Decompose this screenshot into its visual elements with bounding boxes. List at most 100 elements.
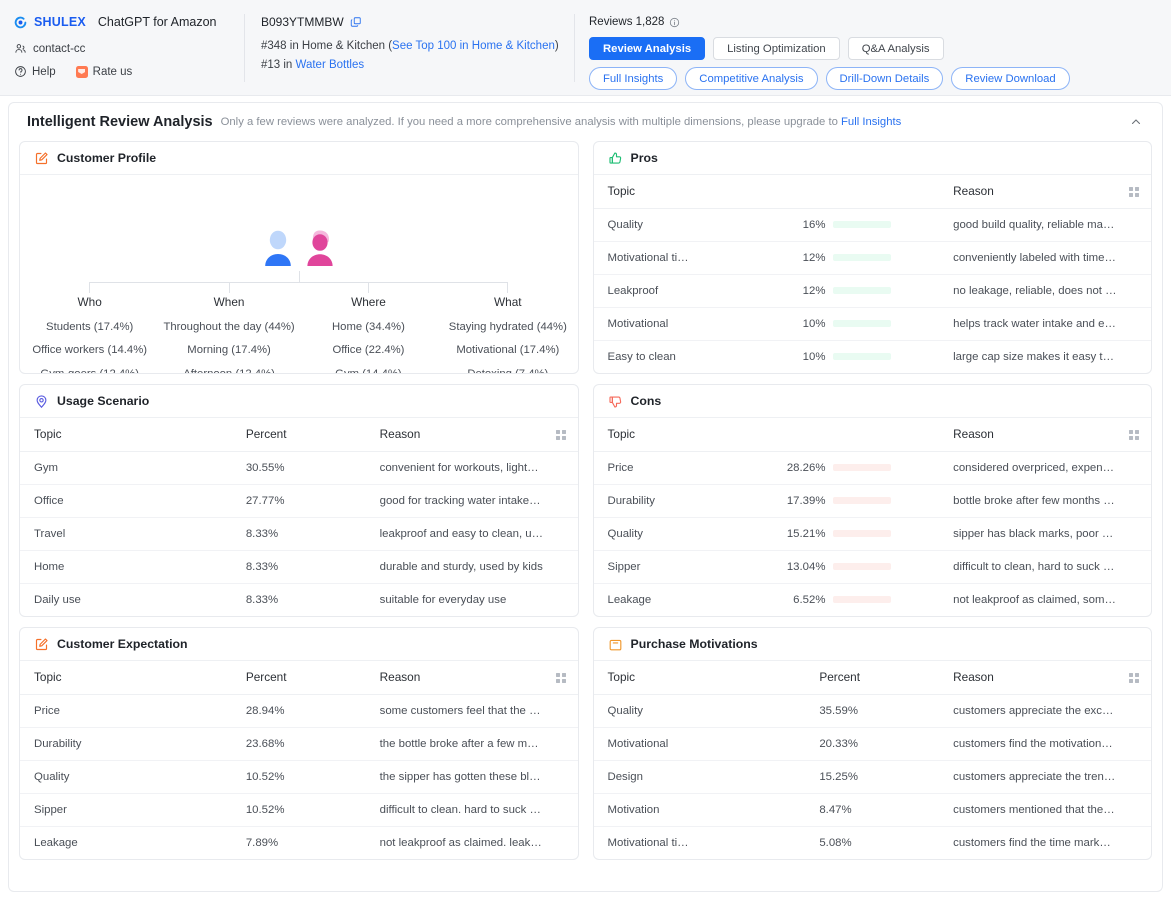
table-row[interactable]: Leakproof 12% no leakage, reliable, does… <box>593 274 1151 308</box>
cell-topic: Daily use <box>34 593 81 606</box>
cell-spacer <box>543 550 578 584</box>
cell-reason: suitable for everyday use <box>379 593 507 606</box>
rate-us-button[interactable]: Rate us <box>75 65 133 78</box>
percent-value: 10% <box>802 350 826 363</box>
account-row[interactable]: contact-cc <box>14 42 244 55</box>
cell-reason: customers appreciate the excellent quali… <box>939 694 1117 728</box>
copy-icon[interactable] <box>350 16 362 28</box>
table-row[interactable]: Sipper 10.52% difficult to clean. hard to … <box>20 793 578 827</box>
cell-spacer <box>1117 760 1151 794</box>
header-grid-toggle[interactable] <box>1117 175 1151 209</box>
cell-spacer <box>1117 550 1151 584</box>
table-row[interactable]: Motivational ti… 5.08% customers find the … <box>594 826 1152 859</box>
cell-topic: Leakproof <box>593 274 778 308</box>
pill-review-download[interactable]: Review Download <box>951 67 1070 90</box>
bar-track <box>833 530 892 537</box>
cell-topic: Quality <box>20 760 232 794</box>
location-pin-icon <box>34 394 49 409</box>
cell-spacer <box>543 793 578 827</box>
grid-view-icon <box>1128 186 1140 198</box>
cell-percent-bar: 10% <box>777 340 939 373</box>
card-customer-profile: Customer Profile Who Students (17.4%) Of… <box>19 141 579 374</box>
table-row[interactable]: Sipper 13.04% difficult to clean, hard t… <box>593 550 1151 584</box>
cell-spacer <box>1117 793 1151 827</box>
table-row[interactable]: Daily use 8.33% suitable for everyday use <box>20 583 578 616</box>
cell-spacer <box>1117 583 1151 616</box>
profile-connector <box>20 271 578 293</box>
table-row[interactable]: Quality 16% good build quality, reliable… <box>593 208 1151 242</box>
cell-reason: convenient for workouts, lightweight, ea… <box>365 451 544 485</box>
pill-drill-down-details[interactable]: Drill-Down Details <box>825 67 944 90</box>
edit-square-icon <box>34 637 49 652</box>
table-row[interactable]: Price 28.26% considered overpriced, expe… <box>593 451 1151 485</box>
profile-column-what: What Staying hydrated (44%) Motivational… <box>438 295 577 373</box>
table-row[interactable]: Motivational 20.33% customers find the mot… <box>593 727 1151 761</box>
header-grid-toggle[interactable] <box>543 418 578 452</box>
help-button[interactable]: Help <box>14 65 56 78</box>
table-row[interactable]: Durability 23.68% the bottle broke after a… <box>20 727 578 761</box>
customer-expectation-table: Topic Percent Reason Price 28.94% some cus… <box>20 661 578 859</box>
table-row[interactable]: Design 15.25% customers appreciate the tre… <box>593 760 1151 794</box>
table-row[interactable]: Durability 17.39% bottle broke after few… <box>593 484 1151 518</box>
card-title: Customer Profile <box>57 151 157 165</box>
percent-value: 10% <box>802 317 826 330</box>
tab-qa-analysis[interactable]: Q&A Analysis <box>847 37 944 60</box>
card-title: Cons <box>630 394 662 408</box>
table-row[interactable]: Motivational 10% helps track water intak… <box>593 307 1151 341</box>
table-row[interactable]: Quality 10.52% the sipper has gotten these… <box>20 760 578 794</box>
page-title: Intelligent Review Analysis <box>27 114 213 130</box>
cell-topic: Durability <box>20 727 232 761</box>
users-icon <box>14 42 27 55</box>
header-percent: Percent <box>231 661 366 695</box>
header-bar <box>777 418 940 452</box>
pill-competitive-analysis[interactable]: Competitive Analysis <box>685 67 818 90</box>
shopping-bag-icon <box>608 637 623 652</box>
cell-percent: 30.55% <box>231 451 366 485</box>
cell-percent: 15.25% <box>805 760 940 794</box>
card-title: Customer Expectation <box>57 637 188 651</box>
cell-spacer <box>1117 727 1151 761</box>
rate-label: Rate us <box>92 65 133 78</box>
table-row[interactable]: Price 28.94% some customers feel that the … <box>20 694 578 728</box>
card-purchase-motivations: Purchase Motivations Topic Percent Reaso… <box>592 627 1152 860</box>
rank-secondary-link[interactable]: Water Bottles <box>296 59 365 71</box>
panel-note-text: Only a few reviews were analyzed. If you… <box>220 116 842 128</box>
reviews-count-row: Reviews 1,828 <box>589 14 1171 28</box>
cons-table-body: Price 28.26% considered overpriced, expe… <box>593 451 1152 616</box>
table-row[interactable]: Travel 8.33% leakproof and easy to clean, … <box>20 517 578 551</box>
table-row[interactable]: Motivational ti… 12% conveniently labele… <box>593 241 1151 275</box>
cell-topic: Motivational ti… <box>607 836 689 849</box>
info-icon[interactable] <box>669 17 680 28</box>
table-row[interactable]: Quality 15.21% sipper has black marks, p… <box>593 517 1151 551</box>
cell-topic: Quality <box>593 208 778 242</box>
table-row[interactable]: Home 8.33% durable and sturdy, used by kid… <box>20 550 578 584</box>
rank-primary-link[interactable]: See Top 100 in Home & Kitchen <box>392 40 555 52</box>
header-topic: Topic <box>593 661 806 695</box>
percent-value: 13.04% <box>786 560 826 573</box>
collapse-chevron-up-icon[interactable] <box>1126 113 1146 131</box>
header-grid-toggle[interactable] <box>543 661 578 695</box>
table-row[interactable]: Leakage 6.52% not leakproof as claimed, … <box>594 583 1152 616</box>
table-row[interactable]: Quality 35.59% customers appreciate the ex… <box>593 694 1151 728</box>
pill-full-insights[interactable]: Full Insights <box>589 67 678 90</box>
cell-topic: Motivation <box>593 793 806 827</box>
tab-review-analysis[interactable]: Review Analysis <box>589 37 706 60</box>
header-grid-toggle[interactable] <box>1117 661 1151 695</box>
table-row[interactable]: Office 27.77% good for tracking water inta… <box>20 484 578 518</box>
table-row[interactable]: Motivation 8.47% customers mentioned that … <box>593 793 1151 827</box>
rank-secondary: #13 in Water Bottles <box>261 59 574 71</box>
panel-note-link[interactable]: Full Insights <box>841 116 901 128</box>
help-label: Help <box>32 65 56 78</box>
tab-listing-optimization[interactable]: Listing Optimization <box>713 37 840 60</box>
header-grid-toggle[interactable] <box>1117 418 1151 452</box>
table-row[interactable]: Leakage 7.89% not leakproof as claimed. le… <box>20 826 578 859</box>
percent-value: 15.21% <box>786 527 826 540</box>
cell-spacer <box>544 583 578 616</box>
bar-track <box>833 497 892 504</box>
table-row[interactable]: Easy to clean 10% large cap size makes i… <box>594 340 1152 373</box>
help-circle-icon <box>14 65 27 78</box>
cell-percent: 8.33% <box>231 550 366 584</box>
help-rate-row: Help Rate us <box>14 65 244 78</box>
avatar-female-icon <box>304 229 336 267</box>
table-row[interactable]: Gym 30.55% convenient for workouts, lightw… <box>20 451 578 485</box>
